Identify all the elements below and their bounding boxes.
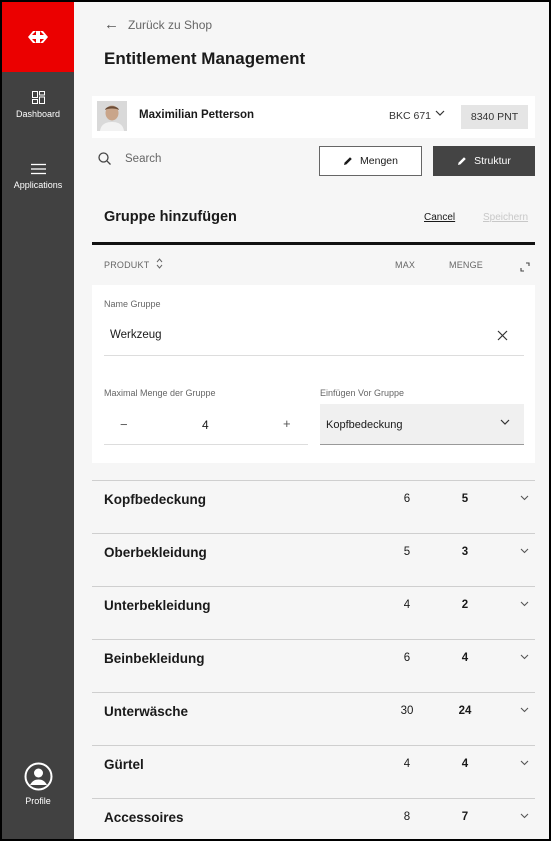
search-icon bbox=[98, 152, 111, 165]
points-badge: 8340 PNT bbox=[461, 105, 528, 129]
search-input[interactable]: Search bbox=[125, 153, 161, 165]
avatar-photo bbox=[97, 101, 127, 131]
cancel-button[interactable]: Cancel bbox=[424, 212, 455, 223]
group-menge: 2 bbox=[461, 599, 469, 611]
sidebar-item-profile[interactable]: Profile bbox=[2, 762, 74, 806]
group-menge: 24 bbox=[458, 705, 472, 717]
group-max: 4 bbox=[403, 599, 411, 611]
group-row[interactable]: Oberbekleidung 5 3 bbox=[92, 533, 535, 586]
group-max: 6 bbox=[403, 652, 411, 664]
group-name: Beinbekleidung bbox=[104, 651, 205, 666]
search-field[interactable]: Search bbox=[98, 152, 161, 165]
avatar bbox=[97, 101, 127, 131]
group-name: Gürtel bbox=[104, 757, 144, 772]
page-title: Entitlement Management bbox=[104, 49, 306, 68]
arrow-left-icon: ← bbox=[104, 16, 119, 33]
add-group-title: Gruppe hinzufügen bbox=[104, 209, 237, 225]
chevron-down-icon[interactable] bbox=[520, 546, 529, 558]
mengen-label: Mengen bbox=[360, 155, 398, 167]
user-bar: Maximilian Petterson BKC 671 8340 PNT bbox=[92, 96, 535, 138]
back-label: Zurück zu Shop bbox=[128, 17, 213, 32]
group-row[interactable]: Kopfbedeckung 6 5 bbox=[92, 480, 535, 533]
app-window: Dashboard Applications Profile ← Zurück … bbox=[2, 2, 549, 839]
column-header-produkt[interactable]: PRODUKT bbox=[104, 260, 149, 270]
max-label: Maximal Menge der Gruppe bbox=[104, 388, 216, 398]
save-button[interactable]: Speichern bbox=[483, 212, 528, 223]
insert-label: Einfügen Vor Gruppe bbox=[320, 388, 405, 398]
group-row[interactable]: Gürtel 4 4 bbox=[92, 745, 535, 798]
group-max: 6 bbox=[403, 493, 411, 505]
sidebar: Dashboard Applications Profile bbox=[2, 2, 74, 839]
profile-icon bbox=[24, 762, 52, 791]
group-name: Accessoires bbox=[104, 810, 184, 825]
column-header-max: MAX bbox=[395, 260, 416, 270]
group-list: Kopfbedeckung 6 5 Oberbekleidung 5 3 Unt… bbox=[92, 480, 535, 839]
column-header-menge: MENGE bbox=[449, 260, 484, 270]
input-underline bbox=[104, 355, 524, 356]
group-name-input[interactable]: Werkzeug bbox=[110, 329, 162, 341]
chevron-down-icon bbox=[500, 417, 510, 430]
group-menge: 4 bbox=[461, 758, 469, 770]
user-name: Maximilian Petterson bbox=[139, 109, 255, 121]
name-label: Name Gruppe bbox=[104, 299, 161, 309]
input-underline bbox=[104, 444, 308, 445]
quantity-stepper[interactable]: 4 bbox=[202, 418, 209, 432]
chevron-down-icon[interactable] bbox=[520, 493, 529, 505]
increment-button[interactable]: + bbox=[283, 416, 291, 431]
sidebar-item-label: Profile bbox=[25, 796, 51, 806]
select-value: Kopfbedeckung bbox=[326, 419, 403, 431]
struktur-button[interactable]: Struktur bbox=[433, 146, 535, 176]
account-select[interactable]: BKC 671 bbox=[389, 110, 431, 122]
main-content: ← Zurück zu Shop Entitlement Management … bbox=[74, 2, 549, 839]
decrement-button[interactable]: − bbox=[120, 417, 128, 432]
sort-icon[interactable] bbox=[156, 258, 163, 271]
group-name: Unterwäsche bbox=[104, 704, 189, 719]
chevron-down-icon[interactable] bbox=[520, 811, 529, 823]
insert-before-select[interactable]: Kopfbedeckung bbox=[320, 404, 524, 445]
group-row[interactable]: Accessoires 8 7 bbox=[92, 798, 535, 839]
group-max: 8 bbox=[403, 811, 411, 823]
pencil-icon bbox=[344, 157, 352, 165]
group-menge: 4 bbox=[461, 652, 469, 664]
group-max: 5 bbox=[403, 546, 411, 558]
sidebar-item-label: Applications bbox=[13, 180, 63, 190]
pencil-icon bbox=[458, 157, 466, 165]
close-icon[interactable] bbox=[497, 328, 508, 344]
sbb-logo-icon bbox=[28, 31, 48, 43]
expand-icon[interactable] bbox=[520, 259, 530, 277]
add-group-form: Name Gruppe Werkzeug Maximal Menge der G… bbox=[92, 285, 535, 463]
back-link[interactable]: ← Zurück zu Shop bbox=[104, 16, 212, 33]
chevron-down-icon[interactable] bbox=[520, 705, 529, 717]
divider bbox=[92, 242, 535, 245]
group-row[interactable]: Unterbekleidung 4 2 bbox=[92, 586, 535, 639]
struktur-label: Struktur bbox=[474, 155, 511, 167]
group-row[interactable]: Beinbekleidung 6 4 bbox=[92, 639, 535, 692]
chevron-down-icon[interactable] bbox=[520, 599, 529, 611]
group-menge: 7 bbox=[461, 811, 469, 823]
chevron-down-icon[interactable] bbox=[520, 758, 529, 770]
menu-icon bbox=[30, 163, 46, 175]
group-menge: 5 bbox=[461, 493, 469, 505]
sidebar-item-label: Dashboard bbox=[15, 109, 61, 119]
group-max: 30 bbox=[400, 705, 414, 717]
dashboard-icon bbox=[31, 91, 45, 104]
group-name: Kopfbedeckung bbox=[104, 492, 207, 507]
sidebar-item-applications[interactable]: Applications bbox=[2, 163, 74, 190]
chevron-down-icon[interactable] bbox=[520, 652, 529, 664]
group-menge: 3 bbox=[461, 546, 469, 558]
group-max: 4 bbox=[403, 758, 411, 770]
group-name: Unterbekleidung bbox=[104, 598, 211, 613]
group-name: Oberbekleidung bbox=[104, 545, 207, 560]
mengen-button[interactable]: Mengen bbox=[319, 146, 422, 176]
group-row[interactable]: Unterwäsche 30 24 bbox=[92, 692, 535, 745]
chevron-down-icon[interactable] bbox=[435, 107, 445, 121]
sbb-logo[interactable] bbox=[2, 2, 74, 72]
sidebar-item-dashboard[interactable]: Dashboard bbox=[2, 91, 74, 119]
